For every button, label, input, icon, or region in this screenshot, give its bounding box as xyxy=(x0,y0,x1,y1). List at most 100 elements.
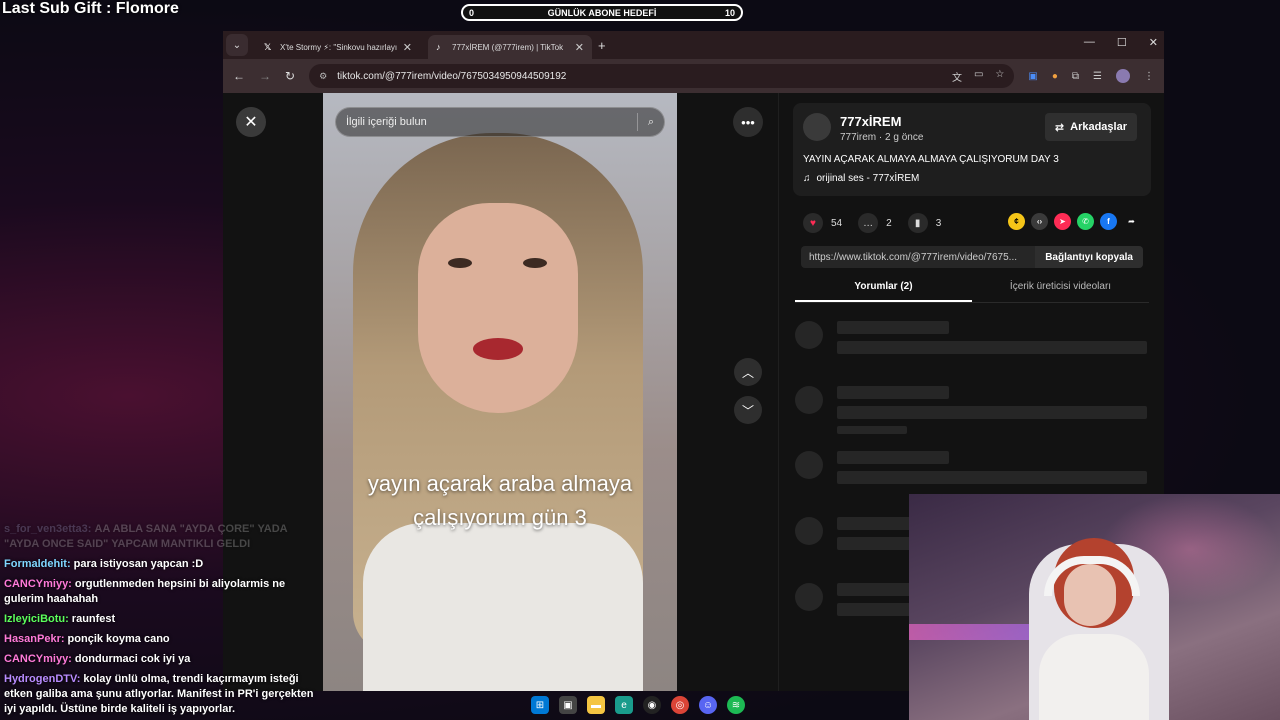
more-options-button[interactable]: ••• xyxy=(733,107,763,137)
share-link-row: https://www.tiktok.com/@777irem/video/76… xyxy=(801,246,1143,268)
chat-username[interactable]: HydrogenDTV: xyxy=(4,673,80,685)
video-caption-line: yayın açarak araba almaya xyxy=(367,471,633,496)
related-search-input[interactable]: İlgili içeriği bulun ⌕ xyxy=(335,107,665,137)
tab-title: 777xİREM (@777irem) | TikTok xyxy=(452,42,564,52)
whatsapp-icon[interactable]: ✆ xyxy=(1077,213,1094,230)
music-note-icon: ♫ xyxy=(803,173,811,184)
spotify-icon[interactable]: ≋ xyxy=(727,696,745,714)
maximize-icon[interactable]: ☐ xyxy=(1117,36,1127,49)
chat-message: Formaldehit: para istiyosan yapcan :D xyxy=(4,557,320,572)
chrome-icon[interactable]: ◎ xyxy=(671,696,689,714)
cast-icon[interactable]: ▭ xyxy=(974,69,983,84)
music-info[interactable]: ♫ orijinal ses - 777xİREM xyxy=(803,173,919,184)
next-video-button[interactable]: ﹀ xyxy=(734,396,762,424)
save-button[interactable]: ▮ 3 xyxy=(907,213,942,233)
facebook-icon[interactable]: f xyxy=(1100,213,1117,230)
save-count: 3 xyxy=(935,217,942,229)
chat-username[interactable]: s_for_ven3etta3: xyxy=(4,523,91,535)
translate-icon[interactable]: 文 xyxy=(952,69,962,84)
video-player[interactable]: yayın açarak araba almaya çalışıyorum gü… xyxy=(323,93,677,691)
close-video-button[interactable]: ✕ xyxy=(236,107,266,137)
minimize-icon[interactable]: — xyxy=(1084,36,1095,49)
edge-browser-icon[interactable]: e xyxy=(615,696,633,714)
browser-menu-icon[interactable]: ⋮ xyxy=(1144,71,1154,82)
new-tab-button[interactable]: + xyxy=(598,38,606,53)
skeleton-line xyxy=(837,341,1147,354)
extensions-area: ▣ ● ⧉ ☰ ⋮ xyxy=(1028,69,1154,83)
video-frame-mouth xyxy=(473,338,523,360)
chat-text: para istiyosan yapcan :D xyxy=(73,558,204,570)
windows-start-icon[interactable]: ⊞ xyxy=(531,696,549,714)
profile-avatar[interactable] xyxy=(1116,69,1130,83)
extensions-puzzle-icon[interactable]: ⧉ xyxy=(1072,71,1079,82)
window-controls: — ☐ ✕ xyxy=(1084,36,1158,49)
chat-text: dondurmaci cok iyi ya xyxy=(74,653,191,665)
comment-button[interactable]: … 2 xyxy=(858,213,892,233)
reading-list-icon[interactable]: ☰ xyxy=(1093,71,1102,82)
chat-username[interactable]: IzleyiciBotu: xyxy=(4,613,69,625)
send-to-friend-icon[interactable]: ➤ xyxy=(1054,213,1071,230)
x-logo-icon: 𝕏 xyxy=(264,41,272,52)
chat-message: IzleyiciBotu: raunfest xyxy=(4,612,320,627)
author-meta: 777irem · 2 g önce xyxy=(840,132,924,143)
chat-username[interactable]: Formaldehit: xyxy=(4,558,71,570)
bookmark-star-icon[interactable]: ☆ xyxy=(995,69,1004,84)
chat-username[interactable]: CANCYmiyy: xyxy=(4,578,72,590)
chat-username[interactable]: HasanPekr: xyxy=(4,633,65,645)
chat-message: HydrogenDTV: kolay ünlü olma, trendi kaçı… xyxy=(4,672,320,717)
site-info-icon[interactable]: ⚙ xyxy=(319,71,327,82)
tab-title: X'te Stormy ⚡: "Sinkovu hazırlayın xyxy=(280,42,397,52)
goal-current: 0 xyxy=(469,7,475,18)
close-window-icon[interactable]: ✕ xyxy=(1149,36,1158,49)
stream-chat: s_for_ven3etta3: AA ABLA SANA "AYDA ÇORE"… xyxy=(4,522,320,720)
like-button[interactable]: ♥ 54 xyxy=(803,213,842,233)
tab-tiktok[interactable]: ♪ 777xİREM (@777irem) | TikTok ✕ xyxy=(428,35,592,59)
back-icon[interactable]: ← xyxy=(233,69,245,83)
comment-skeleton xyxy=(795,386,1149,436)
discord-icon[interactable]: ☺ xyxy=(699,696,717,714)
skeleton-line xyxy=(837,471,1147,484)
tab-search-button[interactable]: ⌄ xyxy=(226,34,248,56)
skeleton-avatar xyxy=(795,451,823,479)
share-link-text[interactable]: https://www.tiktok.com/@777irem/video/76… xyxy=(801,252,1035,263)
tab-strip: ⌄ 𝕏 X'te Stormy ⚡: "Sinkovu hazırlayın ✕… xyxy=(223,31,1164,59)
heart-icon: ♥ xyxy=(803,213,823,233)
author-avatar[interactable] xyxy=(803,113,831,141)
close-tab-icon[interactable]: ✕ xyxy=(575,41,584,54)
webcam-led-strip xyxy=(909,624,1039,640)
share-arrow-icon[interactable]: ➦ xyxy=(1123,213,1140,230)
coin-icon[interactable]: ¢ xyxy=(1008,213,1025,230)
video-frame-eye xyxy=(448,258,472,268)
tab-x-stormy[interactable]: 𝕏 X'te Stormy ⚡: "Sinkovu hazırlayın ✕ xyxy=(256,35,420,59)
previous-video-button[interactable]: ︿ xyxy=(734,358,762,386)
embed-code-icon[interactable]: ‹› xyxy=(1031,213,1048,230)
reload-icon[interactable]: ↻ xyxy=(285,69,295,83)
chat-text: raunfest xyxy=(71,613,116,625)
video-caption-line: çalışıyorum gün 3 xyxy=(413,505,587,530)
last-sub-gift-label: Last Sub Gift : Flomore xyxy=(2,0,179,17)
search-icon[interactable]: ⌕ xyxy=(648,116,654,129)
tab-comments[interactable]: Yorumlar (2) xyxy=(795,277,972,302)
chat-message: CANCYmiyy: dondurmaci cok iyi ya xyxy=(4,652,320,667)
comment-bubble-icon: … xyxy=(858,213,879,233)
close-tab-icon[interactable]: ✕ xyxy=(403,41,412,54)
chat-message: CANCYmiyy: orgutlenmeden hepsini bi aliyo… xyxy=(4,577,320,607)
chat-username[interactable]: CANCYmiyy: xyxy=(4,653,72,665)
forward-icon[interactable]: → xyxy=(259,69,271,83)
obs-icon[interactable]: ◉ xyxy=(643,696,661,714)
tab-creator-videos[interactable]: İçerik üreticisi videoları xyxy=(972,277,1149,302)
subscriber-goal-bar: 0 GÜNLÜK ABONE HEDEFİ 10 xyxy=(461,4,743,21)
skeleton-avatar xyxy=(795,583,823,611)
author-name[interactable]: 777xİREM xyxy=(840,114,901,129)
extension-translate-icon[interactable]: ▣ xyxy=(1028,71,1037,82)
address-bar[interactable]: ⚙ tiktok.com/@777irem/video/767503495094… xyxy=(309,64,1015,88)
url-text: tiktok.com/@777irem/video/76750349509445… xyxy=(337,70,567,82)
file-explorer-icon[interactable]: ▬ xyxy=(587,696,605,714)
task-view-icon[interactable]: ▣ xyxy=(559,696,577,714)
copy-link-button[interactable]: Bağlantıyı kopyala xyxy=(1035,246,1143,268)
engagement-actions: ♥ 54 … 2 ▮ 3 xyxy=(803,213,941,233)
extension-icon[interactable]: ● xyxy=(1052,71,1058,82)
author-card: 777xİREM 777irem · 2 g önce ⇄ Arkadaşlar… xyxy=(793,103,1151,196)
friends-button[interactable]: ⇄ Arkadaşlar xyxy=(1044,113,1137,141)
share-options: ¢ ‹› ➤ ✆ f ➦ xyxy=(1008,213,1140,230)
